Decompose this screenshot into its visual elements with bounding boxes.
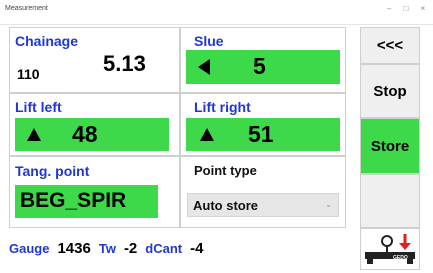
tang-point-value-box[interactable]: BEG_SPIR [15, 185, 158, 218]
lift-left-value-box[interactable]: 48 [15, 118, 169, 151]
dcant-value: -4 [190, 239, 204, 257]
chainage-value: 5.13 [103, 51, 146, 76]
stop-button[interactable]: Stop [360, 64, 420, 118]
point-type-panel: Point type [180, 156, 346, 228]
lift-right-value-box[interactable]: 51 [186, 118, 340, 151]
arrow-left-icon [198, 59, 210, 75]
arrow-up-icon [27, 128, 41, 141]
lift-left-value: 48 [72, 121, 98, 147]
lift-left-label: Lift left [15, 99, 62, 115]
close-button[interactable]: × [417, 3, 429, 15]
maximize-button[interactable]: □ [400, 3, 412, 15]
lift-right-panel: Lift right 51 [180, 93, 346, 156]
slue-value: 5 [253, 53, 266, 79]
title-bar: Measurement – □ × [0, 0, 433, 25]
tw-value: -2 [123, 239, 138, 257]
minimize-button[interactable]: – [383, 3, 395, 15]
lift-right-value: 51 [248, 121, 274, 147]
tang-point-label: Tang. point [15, 163, 90, 179]
measurement-status-row: Gauge 1436 Tw -2 dCant -4 [9, 236, 211, 260]
chainage-label: Chainage [15, 33, 79, 49]
point-type-select[interactable]: Auto store ⌄ [187, 193, 339, 217]
device-button[interactable]: GEDO [360, 228, 420, 270]
lift-left-panel: Lift left 48 [9, 93, 180, 156]
window-title: Measurement [5, 5, 48, 12]
device-icon-text: GEDO [393, 255, 408, 261]
store-button[interactable]: Store [360, 118, 420, 174]
tang-point-panel: Tang. point BEG_SPIR [9, 156, 180, 228]
lift-right-label: Lift right [194, 99, 251, 115]
slue-panel: Slue 5 [180, 27, 346, 93]
gauge-value: 1436 [57, 239, 91, 257]
tw-label: Tw [98, 240, 116, 256]
blank-side-panel [360, 174, 420, 228]
tang-point-value: BEG_SPIR [20, 189, 127, 212]
point-type-selected: Auto store [193, 198, 258, 213]
back-button[interactable]: <<< [360, 27, 420, 64]
chainage-km: 110 [17, 66, 40, 82]
slue-label: Slue [194, 33, 224, 49]
chainage-panel: Chainage 110 5.13 [9, 27, 180, 93]
arrow-up-icon [200, 128, 214, 141]
slue-value-box[interactable]: 5 [186, 50, 340, 84]
dcant-label: dCant [145, 240, 183, 256]
gauge-label: Gauge [9, 240, 50, 256]
gedo-trolley-icon [365, 234, 415, 264]
chevron-down-icon: ⌄ [325, 200, 332, 209]
point-type-label: Point type [194, 163, 257, 178]
